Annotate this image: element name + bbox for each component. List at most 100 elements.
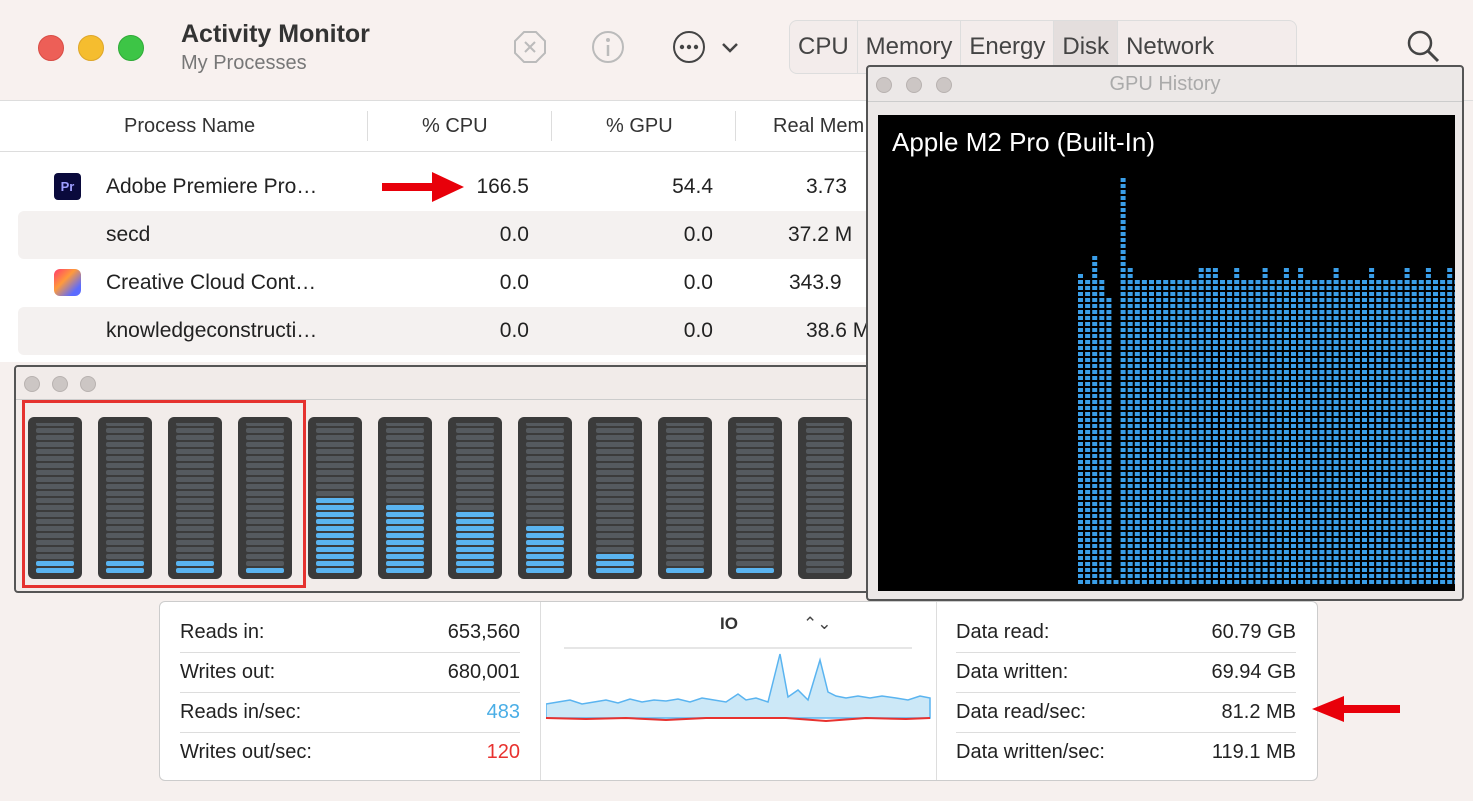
tab-cpu[interactable]: CPU bbox=[790, 21, 858, 73]
gpu-history-segment bbox=[1362, 400, 1367, 404]
column-divider[interactable] bbox=[367, 111, 368, 141]
gpu-history-segment bbox=[1227, 496, 1233, 500]
gpu-history-segment bbox=[1234, 304, 1240, 308]
close-window-button[interactable] bbox=[24, 376, 40, 392]
cpu-cores-window[interactable] bbox=[14, 365, 874, 593]
gpu-history-segment bbox=[1390, 298, 1396, 302]
gpu-history-segment bbox=[1397, 406, 1403, 410]
info-icon[interactable] bbox=[591, 30, 625, 64]
gpu-history-segment bbox=[1369, 460, 1375, 464]
gpu-history-segment bbox=[1433, 316, 1438, 320]
gpu-history-segment bbox=[1305, 448, 1311, 452]
gpu-history-segment bbox=[1120, 388, 1126, 392]
gpu-history-segment bbox=[1099, 496, 1105, 500]
gpu-history-segment bbox=[1227, 562, 1233, 566]
column-divider[interactable] bbox=[735, 111, 736, 141]
gpu-history-segment bbox=[1298, 322, 1304, 326]
gpu-history-segment bbox=[1411, 496, 1417, 500]
gpu-history-segment bbox=[1163, 382, 1169, 386]
gpu-history-segment bbox=[1333, 316, 1339, 320]
io-mode-selector[interactable]: ⌃⌄ bbox=[803, 614, 832, 634]
gpu-history-segment bbox=[1305, 292, 1311, 296]
gpu-history-segment bbox=[1383, 358, 1389, 362]
gpu-history-segment bbox=[1234, 328, 1240, 332]
gpu-history-segment bbox=[1262, 322, 1268, 326]
gpu-history-segment bbox=[1156, 340, 1162, 344]
gpu-history-segment bbox=[1333, 514, 1339, 518]
zoom-window-button[interactable] bbox=[80, 376, 96, 392]
minimize-window-button[interactable] bbox=[52, 376, 68, 392]
gpu-history-segment bbox=[1319, 532, 1325, 536]
gpu-history-segment bbox=[1184, 436, 1190, 440]
gpu-history-segment bbox=[1425, 460, 1431, 464]
table-row[interactable]: Creative Cloud Cont… 0.0 0.0 343.9 M bbox=[0, 259, 860, 342]
more-icon[interactable] bbox=[672, 30, 706, 64]
gpu-history-segment bbox=[1425, 538, 1431, 542]
gpu-history-segment bbox=[1184, 292, 1190, 296]
gpu-history-segment bbox=[1191, 364, 1197, 368]
gpu-history-window[interactable]: GPU History Apple M2 Pro (Built-In) bbox=[866, 65, 1464, 601]
gpu-history-segment bbox=[1454, 340, 1455, 344]
column-divider[interactable] bbox=[551, 111, 552, 141]
gpu-history-segment bbox=[1276, 448, 1282, 452]
gpu-history-segment bbox=[1411, 562, 1417, 566]
column-real-mem[interactable]: Real Mem bbox=[773, 101, 864, 151]
gpu-history-segment bbox=[1156, 436, 1162, 440]
gpu-history-segment bbox=[1269, 370, 1275, 374]
gpu-history-titlebar[interactable]: GPU History bbox=[868, 67, 1462, 102]
gpu-history-segment bbox=[1085, 328, 1091, 332]
gpu-history-segment bbox=[1184, 466, 1190, 470]
column-cpu[interactable]: % CPU bbox=[422, 101, 488, 151]
gpu-history-segment bbox=[1156, 538, 1162, 542]
close-window-button[interactable] bbox=[38, 35, 64, 61]
gpu-history-segment bbox=[1376, 484, 1382, 488]
gpu-history-segment bbox=[1333, 532, 1339, 536]
gpu-history-segment bbox=[1447, 364, 1453, 368]
gpu-history-segment bbox=[1276, 460, 1282, 464]
gpu-history-segment bbox=[1369, 508, 1375, 512]
column-process-name[interactable]: Process Name bbox=[124, 101, 255, 151]
io-mode-label[interactable]: IO bbox=[720, 614, 738, 634]
gpu-history-segment bbox=[1347, 436, 1353, 440]
cpu-core-meter bbox=[518, 417, 572, 579]
gpu-history-segment bbox=[1163, 526, 1169, 530]
table-row[interactable]: knowledgeconstructi… 0.0 0.0 38.6 M bbox=[18, 307, 878, 355]
stop-icon[interactable] bbox=[513, 30, 547, 64]
gpu-history-segment bbox=[1248, 556, 1254, 560]
gpu-history-segment bbox=[1078, 538, 1083, 542]
gpu-history-segment bbox=[1149, 544, 1154, 548]
gpu-history-segment bbox=[1354, 352, 1360, 356]
gpu-history-segment bbox=[1184, 298, 1190, 302]
gpu-history-segment bbox=[1326, 334, 1332, 338]
gpu-history-segment bbox=[1141, 382, 1147, 386]
cpu-cores-titlebar[interactable] bbox=[16, 367, 872, 400]
gpu-history-segment bbox=[1205, 580, 1211, 584]
gpu-history-segment bbox=[1163, 436, 1169, 440]
gpu-history-segment bbox=[1362, 466, 1367, 470]
table-row[interactable]: secd 0.0 0.0 37.2 M bbox=[18, 211, 878, 259]
column-gpu[interactable]: % GPU bbox=[606, 101, 673, 151]
gpu-history-segment bbox=[1312, 544, 1318, 548]
minimize-window-button[interactable] bbox=[78, 35, 104, 61]
gpu-history-segment bbox=[1269, 454, 1275, 458]
gpu-history-segment bbox=[1227, 394, 1233, 398]
gpu-history-segment bbox=[1149, 532, 1154, 536]
gpu-history-segment bbox=[1440, 568, 1446, 572]
gpu-history-segment bbox=[1220, 442, 1225, 446]
gpu-history-segment bbox=[1440, 370, 1446, 374]
gpu-history-segment bbox=[1241, 418, 1247, 422]
gpu-history-segment bbox=[1369, 268, 1375, 272]
gpu-history-segment bbox=[1376, 424, 1382, 428]
gpu-history-segment bbox=[1099, 376, 1105, 380]
chevron-down-icon[interactable] bbox=[718, 30, 742, 64]
gpu-history-segment bbox=[1234, 280, 1240, 284]
gpu-history-segment bbox=[1433, 466, 1438, 470]
gpu-history-segment bbox=[1248, 280, 1254, 284]
gpu-history-segment bbox=[1383, 376, 1389, 380]
gpu-history-segment bbox=[1170, 310, 1176, 314]
gpu-history-segment bbox=[1177, 496, 1183, 500]
app-subtitle[interactable]: My Processes bbox=[181, 52, 307, 75]
gpu-history-segment bbox=[1312, 388, 1318, 392]
zoom-window-button[interactable] bbox=[118, 35, 144, 61]
search-icon[interactable] bbox=[1405, 28, 1441, 64]
